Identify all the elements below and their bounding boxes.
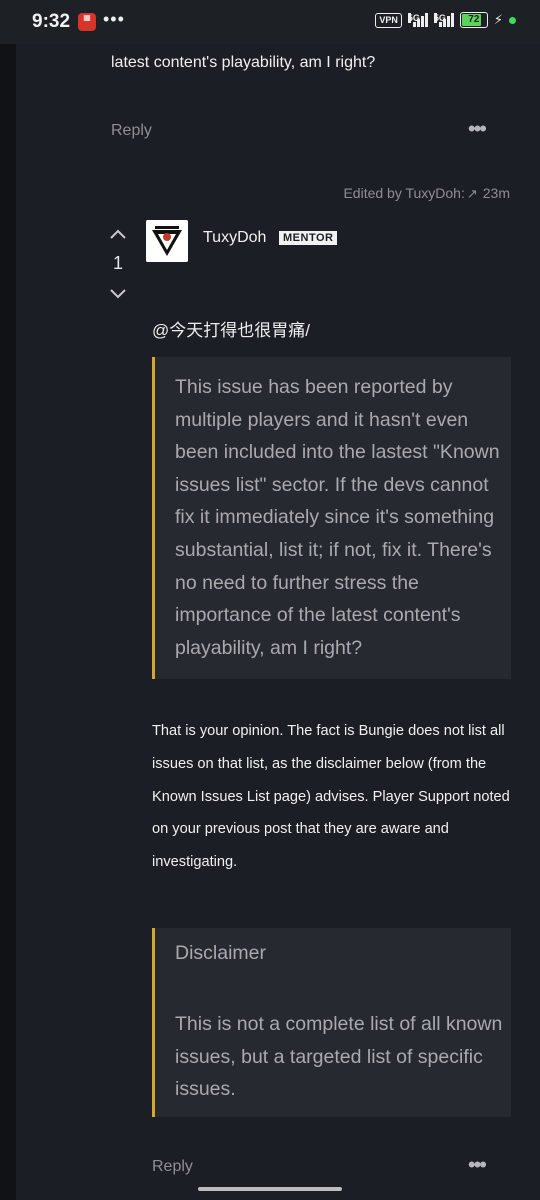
upvote-button[interactable]	[107, 224, 129, 244]
disclaimer-title: Disclaimer	[175, 942, 267, 964]
status-time: 9:32	[32, 11, 71, 32]
more-options-button[interactable]: •••	[468, 116, 487, 142]
thread-rail	[0, 44, 16, 1200]
downvote-button[interactable]	[107, 284, 129, 304]
avatar[interactable]	[146, 220, 188, 262]
post-time: 23m	[482, 185, 510, 201]
more-notifications-icon: •••	[103, 9, 125, 29]
mentor-badge: MENTOR	[279, 231, 338, 245]
quoted-text: This issue has been reported by multiple…	[175, 376, 500, 659]
disclaimer-quote: Disclaimer This is not a complete list o…	[152, 928, 511, 1117]
gesture-nav-handle[interactable]	[198, 1187, 342, 1191]
username[interactable]: TuxyDoh	[203, 229, 266, 247]
post-body: That is your opinion. The fact is Bungie…	[152, 723, 510, 871]
app-notification-icon: ▦	[78, 13, 96, 31]
signal-icon-1: 5G	[407, 13, 428, 27]
disclaimer-text: This is not a complete list of all known…	[175, 1013, 503, 1101]
battery-icon: 72	[459, 12, 488, 28]
mention-text[interactable]: @今天打得也很胃痛/	[152, 316, 310, 341]
status-bar: 9:32 ▦ ••• VPN 5G 5G 72 ⚡	[0, 0, 540, 44]
edited-label: Edited by TuxyDoh:	[343, 185, 465, 201]
more-options-button[interactable]: •••	[468, 1152, 487, 1178]
vote-count: 1	[113, 253, 124, 273]
reply-button[interactable]: Reply	[152, 1158, 193, 1176]
privacy-indicator-dot	[509, 16, 516, 24]
signal-icon-2: 5G	[433, 13, 454, 27]
edited-info: Edited by TuxyDoh: ↗ 23m	[343, 185, 510, 202]
status-icons: VPN 5G 5G 72 ⚡	[375, 12, 516, 28]
reply-button[interactable]: Reply	[111, 122, 152, 140]
quoted-post: This issue has been reported by multiple…	[152, 357, 511, 679]
external-link-icon[interactable]: ↗	[467, 186, 478, 201]
charging-icon: ⚡	[493, 12, 503, 27]
previous-post-text: latest content's playability, am I right…	[111, 54, 376, 71]
vpn-icon: VPN	[375, 12, 402, 28]
avatar-logo-icon	[146, 220, 188, 262]
